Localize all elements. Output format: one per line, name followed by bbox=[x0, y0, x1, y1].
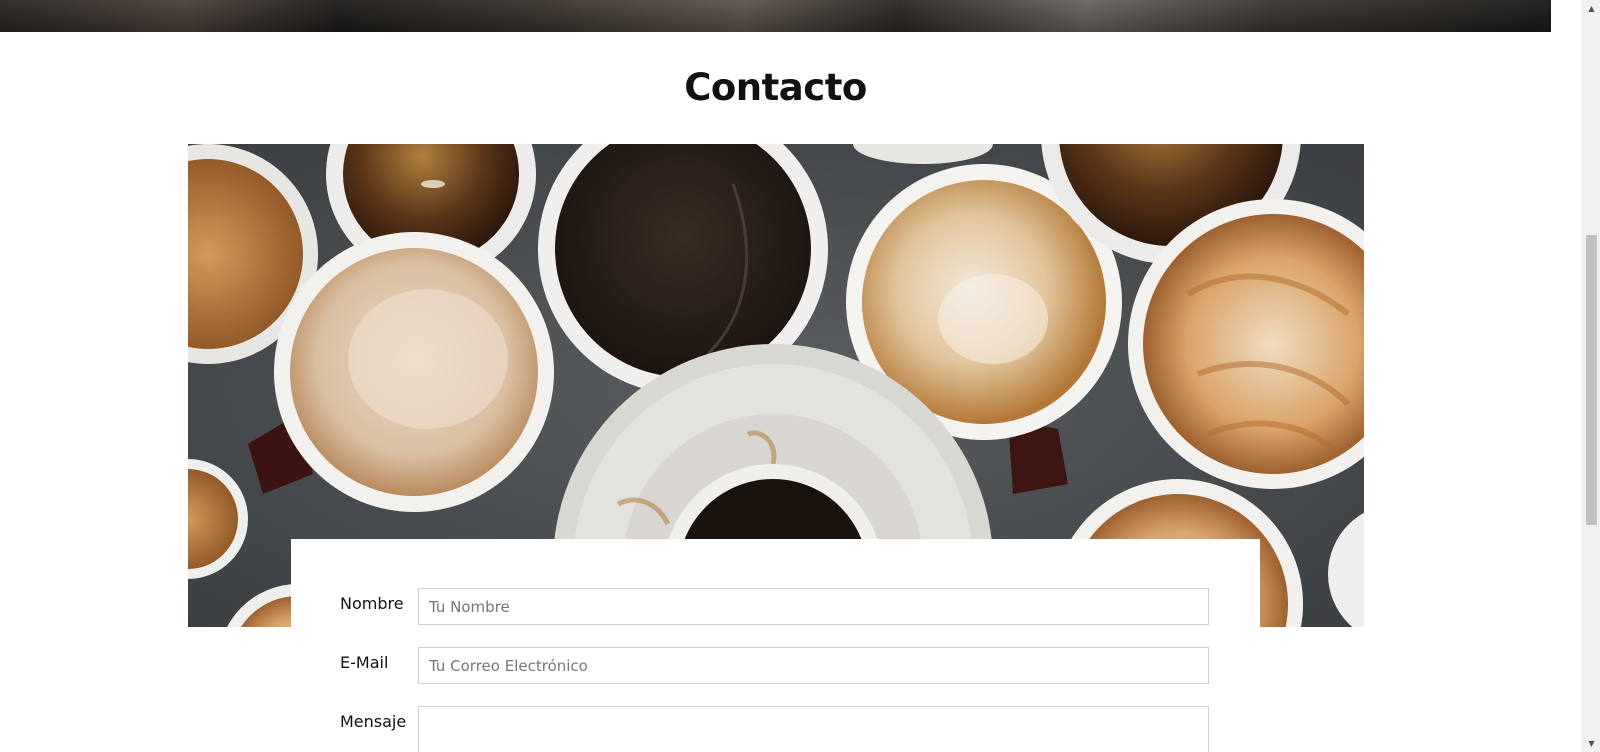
vertical-scrollbar[interactable]: ▲ ▼ bbox=[1582, 0, 1600, 752]
scrollbar-thumb[interactable] bbox=[1586, 235, 1597, 525]
email-field[interactable] bbox=[418, 647, 1209, 684]
contact-form: Nombre E-Mail Mensaje bbox=[291, 539, 1260, 752]
scroll-down-icon[interactable]: ▼ bbox=[1583, 735, 1600, 752]
contact-page: Contacto Nombre Tu Nombre E-Mail Tu Corr… bbox=[0, 0, 1600, 752]
hero-image-strip bbox=[0, 0, 1551, 32]
message-field[interactable] bbox=[418, 706, 1209, 752]
form-row-email: E-Mail bbox=[340, 647, 1211, 687]
message-label: Mensaje bbox=[340, 712, 407, 731]
email-label: E-Mail bbox=[340, 653, 389, 672]
page-title: Contacto bbox=[684, 66, 867, 109]
name-label: Nombre bbox=[340, 594, 404, 613]
name-field[interactable] bbox=[418, 588, 1209, 625]
scroll-up-icon[interactable]: ▲ bbox=[1583, 0, 1600, 17]
form-row-message: Mensaje bbox=[340, 706, 1211, 752]
form-row-name: Nombre bbox=[340, 588, 1211, 628]
